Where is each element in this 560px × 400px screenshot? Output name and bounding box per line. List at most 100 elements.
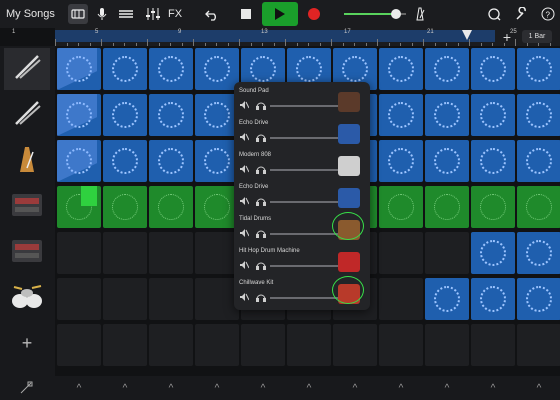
loop-cell[interactable] (379, 186, 423, 228)
empty-cell[interactable] (425, 232, 469, 274)
loops-icon[interactable] (484, 4, 504, 24)
loop-cell[interactable] (517, 186, 560, 228)
loop-cell[interactable] (149, 186, 193, 228)
loop-cell[interactable] (103, 186, 147, 228)
help-icon[interactable]: ? (538, 4, 558, 24)
my-songs-button[interactable]: My Songs (6, 0, 56, 28)
column-trigger-chevron-icon[interactable]: ^ (471, 380, 515, 396)
empty-cell[interactable] (195, 278, 239, 320)
solo-headphones-icon[interactable] (256, 132, 266, 144)
column-trigger-chevron-icon[interactable]: ^ (57, 380, 101, 396)
section-length-button[interactable]: 1 Bar (522, 30, 552, 43)
empty-cell[interactable] (379, 232, 423, 274)
loop-cell[interactable] (103, 48, 147, 90)
column-trigger-chevron-icon[interactable]: ^ (517, 380, 560, 396)
loop-cell[interactable] (379, 94, 423, 136)
solo-headphones-icon[interactable] (256, 164, 266, 176)
empty-cell[interactable] (425, 324, 469, 366)
solo-headphones-icon[interactable] (256, 292, 266, 304)
loop-cell[interactable] (425, 48, 469, 90)
empty-cell[interactable] (379, 324, 423, 366)
loop-cell[interactable] (425, 140, 469, 182)
play-button[interactable] (262, 2, 298, 26)
column-trigger-chevron-icon[interactable]: ^ (379, 380, 423, 396)
loop-cell[interactable] (471, 48, 515, 90)
loop-cell[interactable] (471, 94, 515, 136)
empty-cell[interactable] (57, 324, 101, 366)
solo-headphones-icon[interactable] (256, 260, 266, 272)
loop-cell[interactable] (103, 94, 147, 136)
track-header-2[interactable] (4, 94, 50, 136)
column-trigger-chevron-icon[interactable]: ^ (149, 380, 193, 396)
column-trigger-chevron-icon[interactable]: ^ (103, 380, 147, 396)
empty-cell[interactable] (379, 278, 423, 320)
loop-cell[interactable] (517, 140, 560, 182)
track-header-6[interactable] (4, 278, 50, 320)
loop-cell[interactable] (517, 94, 560, 136)
loop-cell[interactable] (517, 232, 560, 274)
loop-cell[interactable] (149, 140, 193, 182)
empty-cell[interactable] (149, 232, 193, 274)
metronome-icon[interactable] (410, 4, 430, 24)
empty-cell[interactable] (195, 232, 239, 274)
timeline-ruler[interactable]: 1 5 9 13 17 21 25 (12, 28, 560, 46)
loop-cell[interactable] (103, 140, 147, 182)
loop-cell[interactable] (517, 48, 560, 90)
empty-cell[interactable] (471, 324, 515, 366)
empty-cell[interactable] (103, 324, 147, 366)
loop-cell[interactable] (471, 186, 515, 228)
empty-cell[interactable] (149, 278, 193, 320)
loop-cell[interactable] (425, 278, 469, 320)
microphone-icon[interactable] (92, 4, 112, 24)
column-trigger-chevron-icon[interactable]: ^ (195, 380, 239, 396)
cell-edit-icon[interactable] (8, 380, 44, 396)
empty-cell[interactable] (333, 324, 377, 366)
column-trigger-chevron-icon[interactable]: ^ (287, 380, 331, 396)
empty-cell[interactable] (57, 232, 101, 274)
loop-cell[interactable] (471, 278, 515, 320)
mute-speaker-icon[interactable] (239, 164, 250, 176)
column-trigger-chevron-icon[interactable]: ^ (425, 380, 469, 396)
loop-cell[interactable] (195, 94, 239, 136)
column-trigger-chevron-icon[interactable]: ^ (333, 380, 377, 396)
empty-cell[interactable] (241, 324, 285, 366)
loop-cell[interactable] (471, 232, 515, 274)
loop-cell[interactable] (471, 140, 515, 182)
mute-speaker-icon[interactable] (239, 196, 250, 208)
track-header-5[interactable] (4, 232, 50, 274)
settings-icon[interactable] (512, 4, 532, 24)
mute-speaker-icon[interactable] (239, 132, 250, 144)
empty-cell[interactable] (103, 278, 147, 320)
record-icon[interactable] (304, 4, 324, 24)
solo-headphones-icon[interactable] (256, 100, 266, 112)
loop-cell[interactable] (379, 48, 423, 90)
playhead-marker[interactable] (462, 30, 472, 40)
solo-headphones-icon[interactable] (256, 196, 266, 208)
mute-speaker-icon[interactable] (239, 228, 250, 240)
loop-cell[interactable] (195, 140, 239, 182)
loop-cell[interactable] (149, 48, 193, 90)
fx-button[interactable]: FX (166, 0, 184, 28)
add-track-button[interactable]: + (16, 332, 38, 354)
mute-speaker-icon[interactable] (239, 292, 250, 304)
solo-headphones-icon[interactable] (256, 228, 266, 240)
loop-cell[interactable] (517, 278, 560, 320)
eq-icon[interactable] (143, 4, 163, 24)
loop-browser-icon[interactable] (68, 4, 88, 24)
mute-speaker-icon[interactable] (239, 260, 250, 272)
empty-cell[interactable] (195, 324, 239, 366)
track-header-4[interactable] (4, 186, 50, 228)
loop-cell[interactable] (195, 48, 239, 90)
empty-cell[interactable] (57, 278, 101, 320)
empty-cell[interactable] (287, 324, 331, 366)
add-section-button[interactable]: + (500, 28, 514, 46)
undo-icon[interactable] (202, 4, 222, 24)
empty-cell[interactable] (517, 324, 560, 366)
master-volume-slider[interactable] (344, 0, 406, 28)
loop-cell[interactable] (195, 186, 239, 228)
loop-cell[interactable] (379, 140, 423, 182)
mixer-icon[interactable] (116, 4, 136, 24)
loop-cell[interactable] (425, 186, 469, 228)
stop-icon[interactable] (236, 4, 256, 24)
column-trigger-chevron-icon[interactable]: ^ (241, 380, 285, 396)
